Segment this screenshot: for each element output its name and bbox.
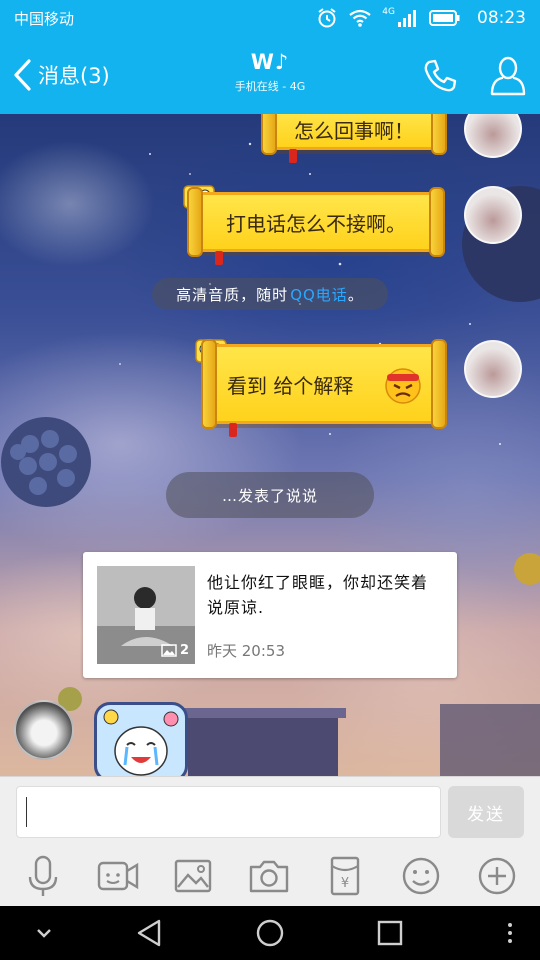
chevron-left-icon [14,59,31,91]
back-triangle-icon [137,919,161,947]
notice-suffix: 。 [347,285,364,304]
emoji-icon [402,857,440,895]
status-bar: 中国移动 4G 08:23 [0,0,540,36]
message-bubble[interactable]: 看到 给个解释 [201,339,447,437]
plus-icon [478,857,516,895]
call-notice: 高清音质，随时 QQ电话 。 [152,278,388,310]
battery-icon [429,10,460,26]
message-text: 怎么回事啊！ [294,118,414,143]
emoji-button[interactable] [398,853,444,899]
my-avatar[interactable] [464,186,522,244]
nav-back-button[interactable] [130,916,170,950]
camera-button[interactable] [246,853,292,899]
send-button[interactable]: 发送 [448,786,524,838]
image-count: 2 [161,643,189,658]
incoming-sticker-message[interactable] [94,702,188,776]
image-icon [174,859,212,893]
call-button[interactable] [420,56,460,96]
carrier-label: 中国移动 [14,9,75,28]
person-icon [490,56,526,96]
message-text: 看到 给个解释 [227,373,354,398]
home-circle-icon [256,919,284,947]
camera-icon [249,860,289,893]
text-caret [26,797,27,827]
message-input[interactable] [16,786,441,838]
gallery-icon [161,644,177,657]
notice-text: 高清音质，随时 [176,285,289,304]
svg-text:¥: ¥ [341,876,349,891]
shared-post-card[interactable]: 2 他让你红了眼眶，你却还笑着说原谅. 昨天 20:53 [83,552,457,678]
nav-home-button[interactable] [250,916,290,950]
composer: 发送 ¥ [0,776,540,906]
message-text: 打电话怎么不接啊。 [226,211,406,236]
profile-button[interactable] [488,54,528,96]
system-nav-bar [0,906,540,960]
crying-character-sticker-icon [103,709,179,776]
gallery-button[interactable] [170,853,216,899]
signal-icon [398,10,416,27]
nav-collapse-button[interactable] [24,916,64,950]
video-icon [97,861,139,891]
post-text: 他让你红了眼眶，你却还笑着说原谅. [207,573,429,617]
post-thumbnail: 2 [97,566,195,664]
chat-message-list[interactable]: 怎么回事啊！ 打电话怎么不接啊。 高清音质，随时 QQ电话 。 看到 给个解释 [0,114,540,776]
more-options-button[interactable] [474,853,520,899]
my-avatar[interactable] [464,340,522,398]
angry-emoji-icon [385,368,421,404]
wifi-icon [349,9,371,27]
scroll-tag [289,149,297,163]
more-vertical-icon [508,923,512,943]
contact-name: W♪ [250,50,290,74]
scroll-tag [215,251,223,265]
red-packet-icon: ¥ [330,856,360,896]
post-notice: …发表了说说 [166,472,374,518]
network-type-badge: 4G [382,7,395,17]
nav-more-button[interactable] [490,916,530,950]
clock: 08:23 [477,8,526,28]
contact-status: 手机在线 - 4G [234,80,306,93]
mic-icon [28,855,58,896]
qq-call-link[interactable]: QQ电话 [290,284,348,305]
notice-text: …发表了说说 [221,486,318,505]
video-call-button[interactable] [95,853,141,899]
post-time: 昨天 20:53 [207,642,285,660]
chevron-down-icon [37,929,51,938]
image-count-value: 2 [179,643,189,658]
nav-recents-button[interactable] [370,916,410,950]
recents-square-icon [377,920,403,946]
contact-avatar[interactable] [14,700,74,760]
message-bubble[interactable]: 打电话怎么不接啊。 [187,187,445,265]
my-avatar[interactable] [464,114,522,158]
message-bubble[interactable]: 怎么回事啊！ [261,114,447,163]
contact-title[interactable]: W♪ 手机在线 - 4G [170,50,370,94]
composer-toolbar: ¥ [0,853,540,903]
back-button[interactable]: 消息(3) [10,54,110,96]
phone-icon [424,59,457,92]
chat-header: 消息(3) W♪ 手机在线 - 4G [0,36,540,114]
scroll-tag [229,423,237,437]
voice-button[interactable] [20,853,66,899]
back-label: 消息(3) [38,64,110,88]
alarm-icon [318,8,336,28]
red-packet-button[interactable]: ¥ [322,853,368,899]
status-icons: 4G 08:23 [316,7,526,29]
